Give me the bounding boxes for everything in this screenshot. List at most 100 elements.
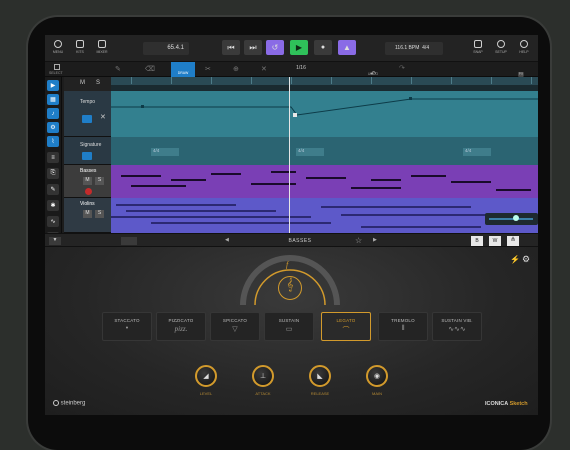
attack-icon: ⊥ [259,373,267,380]
rewind-button[interactable]: ⏮ [222,40,240,55]
articulation-pizzicato[interactable]: PIZZICATO pizz. [156,312,206,341]
gear-icon[interactable]: ⚙ [47,122,59,133]
tempo-lane[interactable] [111,91,538,137]
favorite-star-icon[interactable]: ☆ [355,236,362,245]
main-icon: ◉ [373,373,381,380]
track-header-violins[interactable]: Violins M S [64,198,111,233]
instrument-bar: ▼ ◀ BASSES ☆ ▶ B W ⋔ [45,233,538,247]
playhead[interactable] [289,77,290,233]
mixer-button[interactable]: MIXER [93,40,111,60]
forward-button[interactable]: ⏭ [244,40,262,55]
attack-knob[interactable]: ⊥ [252,365,274,387]
kits-button[interactable]: KITS [71,40,89,60]
position-display[interactable]: 65.4.1 [143,42,189,55]
instrument-icon[interactable] [121,237,137,245]
edit-icon[interactable]: ✎ [47,184,59,195]
global-solo-button[interactable]: S [96,80,105,88]
signature-lane[interactable]: 4/4 4/4 4/4 [111,137,538,165]
level-knob[interactable]: ◢ [195,365,217,387]
draw-tool[interactable]: DRAW [171,62,195,77]
articulation-tremolo[interactable]: TREMOLO ⦀ [378,312,428,341]
signature-marker[interactable]: 4/4 [296,148,324,156]
track-header-basses[interactable]: Basses M S [64,165,111,198]
snap-button[interactable]: SNAP [469,40,487,60]
settings-gear-icon[interactable]: ⚙ [522,254,530,265]
star-icon[interactable]: ✱ [47,200,59,211]
cycle-button[interactable]: ↺ [266,40,284,55]
signature-marker[interactable]: 4/4 [151,148,179,156]
global-mute-button[interactable]: M [80,80,89,88]
mute-button[interactable]: M [83,210,92,218]
violins-midi-part[interactable] [111,198,538,233]
b-button[interactable]: B [471,236,483,246]
menu-icon [54,40,62,48]
mixer-icon [98,40,106,48]
kits-icon [76,40,84,48]
mute-tool[interactable]: ✕ [261,65,271,73]
metronome-button[interactable]: ▲ [338,40,356,55]
track-header-signature[interactable]: Signature [64,137,111,165]
articulation-sustain[interactable]: SUSTAIN ▭ [264,312,314,341]
global-track-controls: M S [64,77,111,91]
fx-button[interactable]: ▤ FX [513,63,529,78]
eraser-tool[interactable]: ⌫ [145,65,155,73]
quantize-button[interactable]: 1/16 [289,65,313,75]
redo-button[interactable]: ↷ [399,64,409,74]
wave-icon[interactable]: ∿ [47,216,59,227]
list-icon[interactable]: ≡ [47,152,59,163]
solo-button[interactable]: S [95,177,104,185]
arrangement-area[interactable]: 4/4 4/4 4/4 [111,77,538,233]
main-knob[interactable]: ◉ [366,365,388,387]
zoom-slider[interactable] [485,213,538,225]
articulation-sustain-vib[interactable]: SUSTAIN VIB. ∿∿∿ [432,312,482,341]
solo-button[interactable]: S [95,210,104,218]
undo-button[interactable]: ↶ UNDO [365,63,381,78]
track-toggle[interactable] [82,152,92,160]
knob-label: LEVEL [199,391,213,396]
link-icon[interactable]: ⎘ [47,168,59,179]
tree-button[interactable]: ⋔ [507,236,519,246]
basses-midi-part[interactable] [111,165,538,198]
forward-icon: ⏭ [249,42,257,52]
grid-icon[interactable]: ▦ [47,94,59,105]
glue-tool[interactable]: ⊕ [233,65,243,73]
articulation-staccato[interactable]: STACCATO • [102,312,152,341]
release-knob[interactable]: ◣ [309,365,331,387]
automation-icon[interactable]: ⌇ [47,136,59,147]
play-button[interactable]: ▶ [290,40,308,55]
setup-button[interactable]: SETUP [492,40,510,60]
preset-prev-button[interactable]: ◀ [225,237,229,243]
select-tool[interactable]: SELECT [49,64,63,75]
instrument-icon: 𝄞 [278,276,302,300]
pencil-tool[interactable]: ✎ [115,65,125,73]
mute-button[interactable]: M [83,177,92,185]
lightning-icon[interactable]: ⚡ [510,255,520,264]
note-icon[interactable]: ♪ [47,108,59,119]
record-arm-button[interactable] [85,188,92,195]
w-button[interactable]: W [489,236,501,246]
track-toggle[interactable] [82,115,92,123]
collapse-button[interactable]: ▼ [49,237,61,245]
timeline-ruler[interactable] [111,77,538,85]
arrow-icon[interactable]: ▶ [47,80,59,91]
track-name: Tempo [80,99,96,105]
preset-name[interactable]: BASSES [255,238,345,244]
zoom-handle[interactable] [513,215,519,221]
knob-label: RELEASE [310,391,330,396]
record-button[interactable]: ● [314,40,332,55]
articulation-spiccato[interactable]: SPICCATO ▽ [210,312,260,341]
split-tool[interactable]: ✂ [205,65,215,73]
rewind-icon: ⏮ [227,42,235,52]
articulation-legato[interactable]: LEGATO ⌒ [321,312,371,341]
signature-marker[interactable]: 4/4 [463,148,491,156]
level-icon: ◢ [203,373,209,380]
play-icon: ▶ [295,43,303,52]
track-header-tempo[interactable]: Tempo ✕ [64,91,111,137]
record-icon: ● [320,44,326,51]
menu-button[interactable]: MENU [49,40,67,60]
metronome-icon: ▲ [343,43,351,52]
steinberg-mark-icon [53,400,59,406]
help-button[interactable]: HELP [515,40,533,60]
tempo-display[interactable]: 116.1 BPM 4/4 [385,42,443,55]
preset-next-button[interactable]: ▶ [373,237,377,243]
